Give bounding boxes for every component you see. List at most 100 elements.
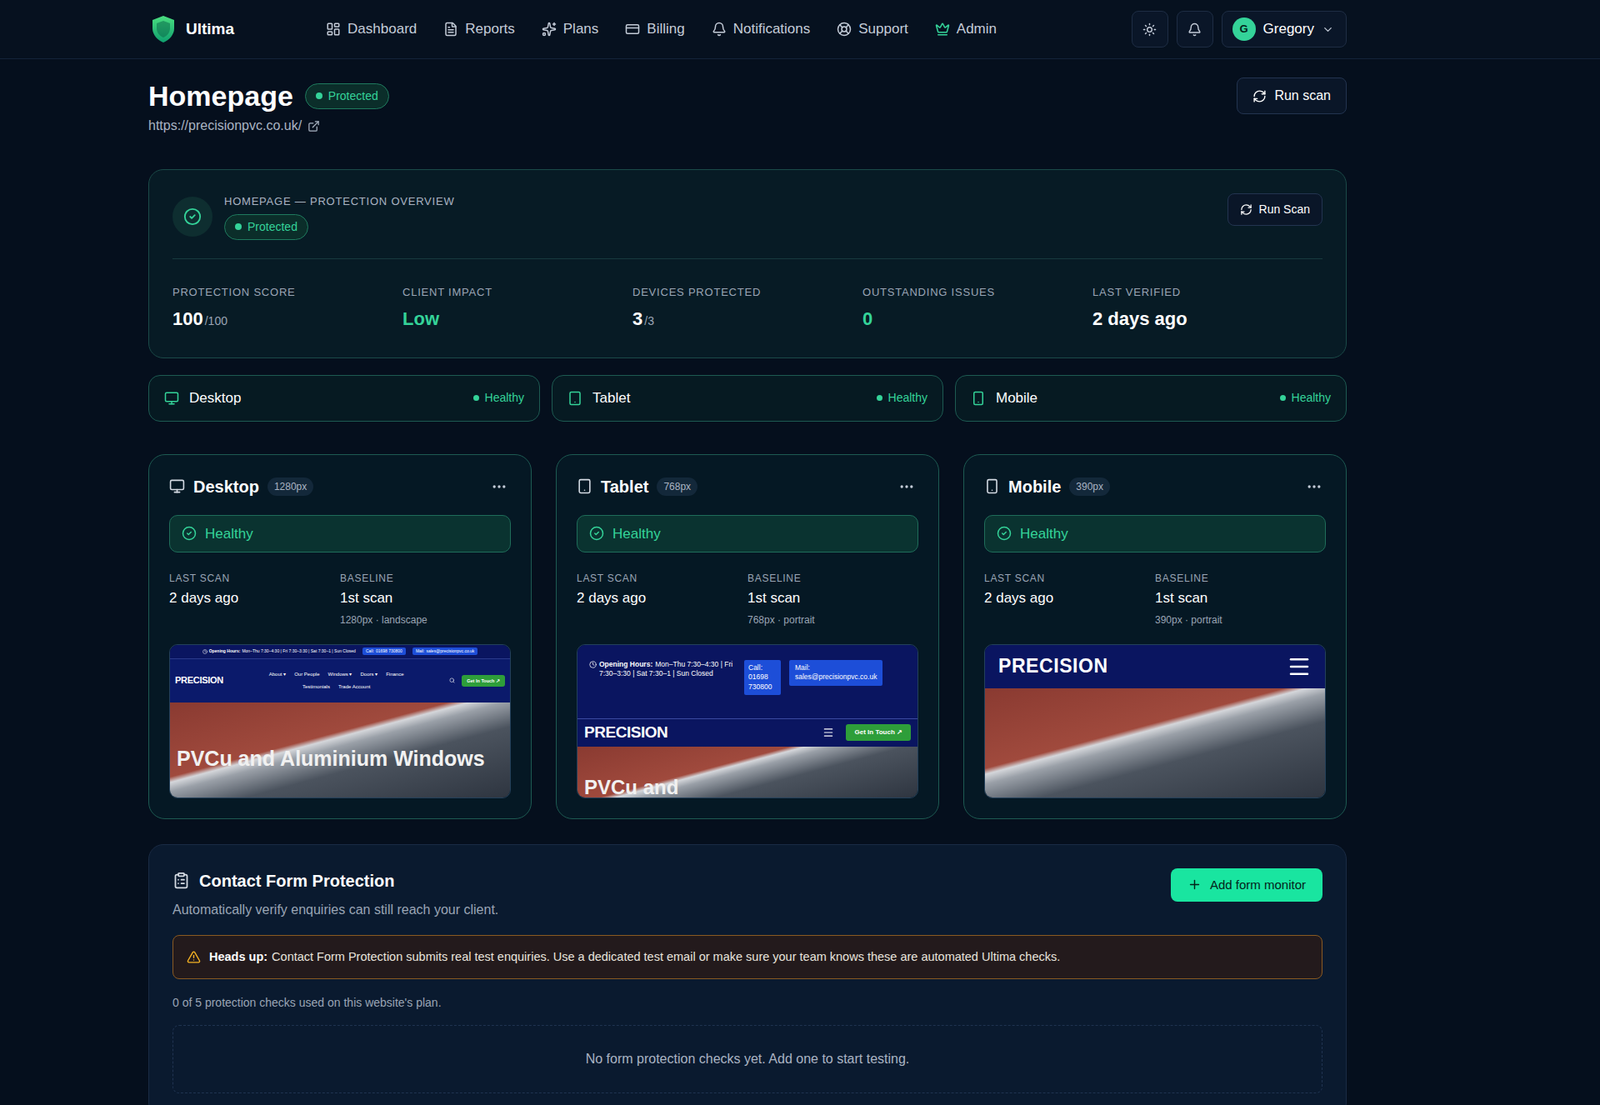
status-badge: Protected bbox=[305, 83, 390, 110]
device-menu-button[interactable] bbox=[895, 475, 919, 499]
device-card: Desktop1280pxHealthyLAST SCAN2 days agoB… bbox=[148, 454, 532, 820]
last-scan: LAST SCAN2 days ago bbox=[576, 570, 748, 628]
page-title: Homepage bbox=[148, 77, 294, 115]
preview-logo: PRECISION bbox=[584, 720, 668, 745]
device-status-item[interactable]: TabletHealthy bbox=[551, 375, 944, 422]
viewport-badge: 768px bbox=[656, 477, 698, 496]
viewport-badge: 390px bbox=[1069, 477, 1110, 496]
device-status-item[interactable]: MobileHealthy bbox=[955, 375, 1347, 422]
preview-menu-item: About ▾ bbox=[269, 670, 286, 679]
check-circle-icon bbox=[181, 525, 197, 541]
nav-item[interactable]: Notifications bbox=[703, 13, 820, 45]
preview-menu-item: Testimonials bbox=[302, 683, 330, 691]
overview-stat: CLIENT IMPACTLow bbox=[402, 284, 633, 334]
contact-subtitle: Automatically verify enquiries can still… bbox=[172, 900, 499, 920]
preview-logo: PRECISION bbox=[175, 673, 224, 688]
overview-title: HOMEPAGE — PROTECTION OVERVIEW bbox=[224, 193, 455, 210]
external-link-icon bbox=[307, 120, 320, 133]
desktop-icon bbox=[164, 390, 180, 406]
preview-headline: PVCu and Aluminium Windows bbox=[170, 702, 510, 770]
top-nav: Ultima Dashboard Reports PlansBilling Notifi… bbox=[0, 0, 1600, 60]
heads-up-notice: Heads up:Contact Form Protection submits… bbox=[172, 935, 1323, 980]
warning-icon bbox=[186, 950, 201, 965]
page-header: Homepage Protected https://precisionpvc.co… bbox=[148, 59, 1347, 136]
status-dot bbox=[1280, 395, 1286, 401]
chevron-down-icon bbox=[1321, 23, 1335, 36]
plus-icon bbox=[1187, 877, 1202, 892]
search-icon bbox=[449, 677, 455, 684]
refresh-icon bbox=[1240, 203, 1253, 216]
nav-item-icon bbox=[541, 21, 557, 37]
device-screenshot[interactable]: PRECISION bbox=[984, 644, 1326, 799]
baseline: BASELINE1st scan1280px · landscape bbox=[340, 570, 511, 628]
preview-cta: Get In Touch ↗ bbox=[461, 675, 505, 687]
preview-photo: PVCu and Aluminium Windows bbox=[170, 702, 510, 798]
user-avatar: G bbox=[1232, 17, 1256, 41]
nav-item[interactable]: Plans bbox=[533, 13, 608, 45]
add-form-monitor-button[interactable]: Add form monitor bbox=[1170, 868, 1323, 903]
empty-state: No form protection checks yet. Add one t… bbox=[172, 1025, 1323, 1094]
page-url[interactable]: https://precisionpvc.co.uk/ bbox=[148, 115, 390, 136]
device-menu-button[interactable] bbox=[487, 475, 511, 499]
last-scan: LAST SCAN2 days ago bbox=[169, 570, 340, 628]
overview-status-icon-wrap bbox=[172, 196, 213, 237]
page-content: Homepage Protected https://precisionpvc.co… bbox=[148, 59, 1347, 1105]
nav-item-icon bbox=[711, 21, 727, 37]
preview-menu-item: Finance bbox=[385, 670, 404, 679]
preview-nav: PRECISION Get In Touch ↗ bbox=[577, 718, 918, 747]
device-screenshot[interactable]: Opening Hours:Mon–Thu 7:30–4:30 | Fri 7:… bbox=[576, 644, 919, 799]
baseline: BASELINE1st scan390px · portrait bbox=[1155, 570, 1326, 628]
hamburger-icon bbox=[822, 726, 835, 739]
preview-menu-item: Our People bbox=[294, 670, 320, 679]
device-card: Mobile390pxHealthyLAST SCAN2 days agoBAS… bbox=[963, 454, 1347, 820]
status-dot bbox=[876, 395, 883, 401]
clock-icon bbox=[202, 649, 208, 655]
status-dot bbox=[473, 395, 480, 401]
nav-item[interactable]: Reports bbox=[435, 13, 524, 45]
preview-cta: Get In Touch ↗ bbox=[845, 724, 911, 741]
nav-item-icon bbox=[443, 21, 459, 37]
mobile-icon bbox=[984, 478, 1000, 495]
nav-menu: Dashboard Reports PlansBilling Notification… bbox=[317, 13, 1005, 45]
shield-logo-icon bbox=[150, 15, 176, 44]
device-health-banner: Healthy bbox=[169, 515, 511, 554]
nav-item[interactable]: Dashboard bbox=[317, 13, 425, 45]
nav-item[interactable]: Support bbox=[828, 13, 917, 45]
device-status-item[interactable]: DesktopHealthy bbox=[148, 375, 540, 422]
tablet-icon bbox=[576, 478, 593, 495]
contact-title: Contact Form Protection bbox=[199, 868, 395, 894]
overview-stat: OUTSTANDING ISSUES0 bbox=[862, 284, 1093, 334]
preview-menu-item: Trade Account bbox=[338, 683, 370, 691]
preview-nav: PRECISIONAbout ▾Our PeopleWindows ▾Doors… bbox=[170, 658, 510, 703]
tablet-icon bbox=[567, 390, 583, 406]
device-health-banner: Healthy bbox=[576, 515, 919, 554]
user-menu-button[interactable]: GGregory bbox=[1221, 10, 1347, 48]
viewport-badge: 1280px bbox=[267, 477, 314, 496]
overview-run-scan-button[interactable]: Run Scan bbox=[1227, 193, 1323, 226]
nav-item-icon bbox=[325, 21, 341, 37]
app: Ultima Dashboard Reports PlansBilling Notifi… bbox=[0, 0, 1600, 1105]
notifications-button[interactable] bbox=[1176, 10, 1214, 48]
nav-item-icon bbox=[625, 21, 640, 37]
nav-item[interactable]: Admin bbox=[926, 13, 1005, 45]
protection-overview-card: HOMEPAGE — PROTECTION OVERVIEW Protected R… bbox=[148, 169, 1347, 359]
refresh-icon bbox=[1252, 89, 1267, 104]
last-scan: LAST SCAN2 days ago bbox=[984, 570, 1155, 628]
device-screenshot[interactable]: Opening Hours:Mon–Thu 7:30–4:30 | Fri 7:… bbox=[169, 644, 511, 799]
sun-icon bbox=[1142, 22, 1157, 37]
run-scan-button[interactable]: Run scan bbox=[1236, 77, 1347, 115]
preview-logo: PRECISION bbox=[998, 651, 1109, 681]
device-health-banner: Healthy bbox=[984, 515, 1326, 554]
nav-item[interactable]: Billing bbox=[616, 13, 693, 45]
ellipsis-icon bbox=[1305, 478, 1323, 495]
status-dot bbox=[315, 92, 323, 100]
preview-menu-item: Windows ▾ bbox=[327, 670, 352, 679]
device-menu-button[interactable] bbox=[1302, 475, 1326, 499]
contact-form-card: Contact Form Protection Automatically ver… bbox=[148, 844, 1347, 1105]
theme-toggle-button[interactable] bbox=[1131, 10, 1169, 48]
preview-photo bbox=[985, 688, 1325, 798]
status-badge: Protected bbox=[224, 214, 309, 240]
ellipsis-icon bbox=[490, 478, 508, 495]
brand[interactable]: Ultima bbox=[148, 15, 235, 44]
device-cards: Desktop1280pxHealthyLAST SCAN2 days agoB… bbox=[148, 454, 1347, 820]
